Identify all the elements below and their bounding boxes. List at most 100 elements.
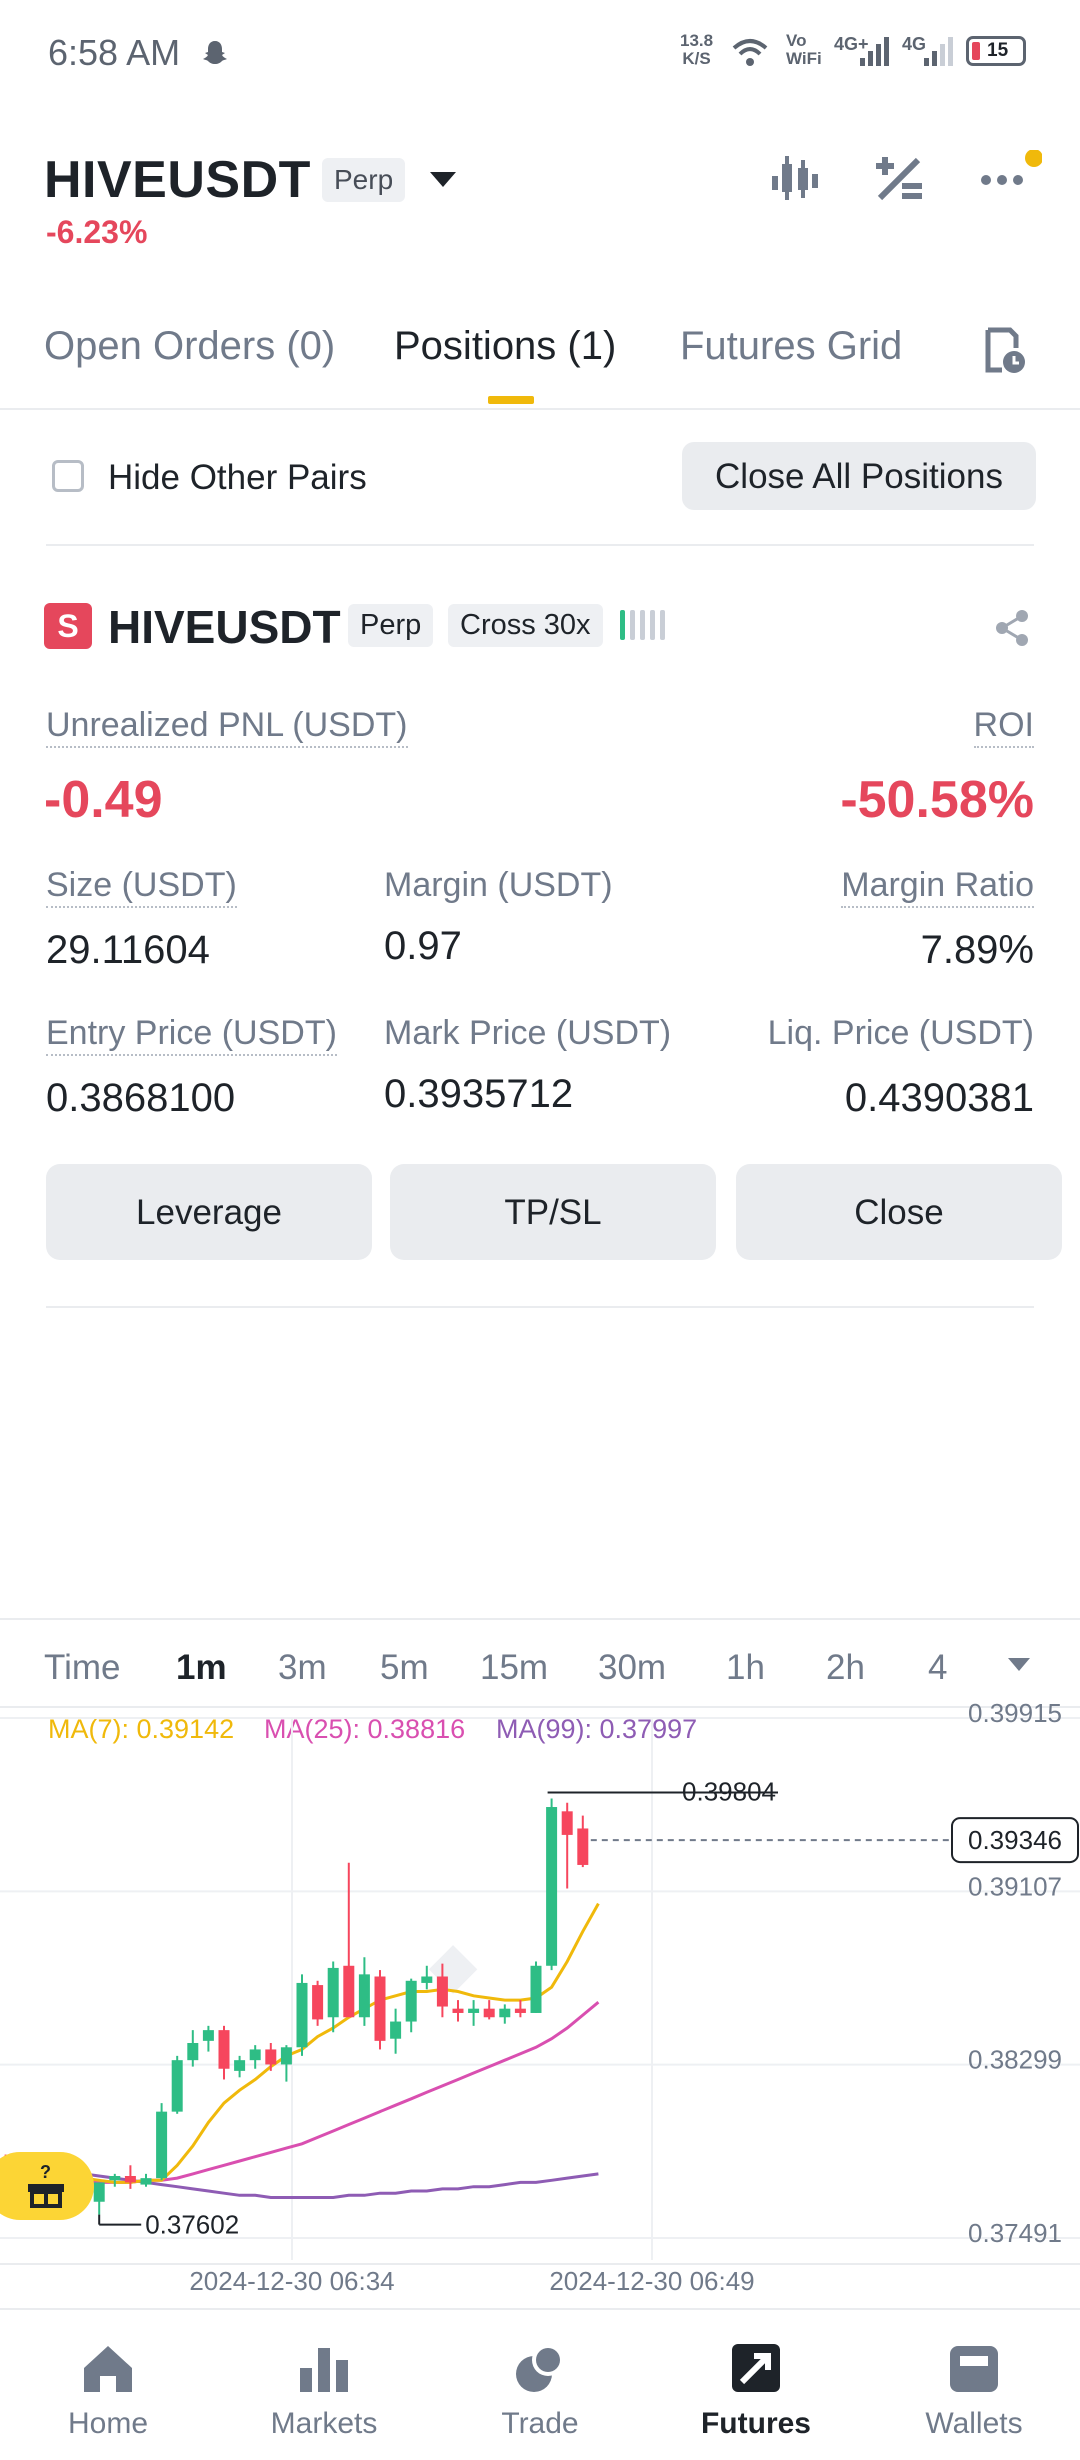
tab-futures-grid[interactable]: Futures Grid bbox=[680, 324, 902, 369]
status-time: 6:58 AM bbox=[48, 32, 181, 73]
candle bbox=[405, 1978, 417, 2033]
battery-icon: 15 bbox=[966, 36, 1026, 66]
unrealized-pnl-label: Unrealized PNL (USDT) bbox=[46, 706, 408, 748]
candle bbox=[93, 2182, 105, 2215]
close-all-positions-button[interactable]: Close All Positions bbox=[682, 442, 1036, 510]
margin-label: Margin (USDT) bbox=[384, 866, 613, 904]
tpsl-button[interactable]: TP/SL bbox=[390, 1164, 716, 1260]
position-symbol[interactable]: HIVEUSDT bbox=[108, 600, 341, 654]
nav-markets[interactable]: Markets bbox=[244, 2340, 404, 2441]
candle bbox=[109, 2173, 121, 2187]
candle bbox=[561, 1802, 573, 1889]
last-price-label: 0.39346 bbox=[968, 1825, 1062, 1855]
candle bbox=[343, 1862, 355, 2018]
wallet-icon bbox=[950, 2346, 998, 2392]
candle bbox=[234, 2055, 246, 2078]
margin-ratio-value: 7.89% bbox=[920, 928, 1034, 972]
timeframe-2h[interactable]: 2h bbox=[826, 1648, 865, 1688]
symbol-dropdown-icon[interactable] bbox=[430, 172, 456, 187]
size-label: Size (USDT) bbox=[46, 866, 237, 908]
candle bbox=[327, 1961, 339, 2033]
mark-price-value: 0.3935712 bbox=[384, 1072, 574, 1116]
svg-text:?: ? bbox=[40, 2162, 51, 2182]
entry-price-label: Entry Price (USDT) bbox=[46, 1014, 337, 1056]
entry-price-value: 0.3868100 bbox=[46, 1076, 236, 1120]
tabs-divider bbox=[0, 408, 1080, 410]
price-change: -6.23% bbox=[46, 214, 148, 250]
hide-other-pairs-label[interactable]: Hide Other Pairs bbox=[108, 458, 367, 498]
bottom-nav-divider bbox=[0, 2308, 1080, 2310]
unrealized-pnl-value: -0.49 bbox=[44, 771, 163, 829]
margin-mode-chip[interactable]: Cross 30x bbox=[448, 604, 603, 647]
candle bbox=[280, 2045, 292, 2082]
candle bbox=[499, 2004, 511, 2024]
leverage-button[interactable]: Leverage bbox=[46, 1164, 372, 1260]
assistant-bubble[interactable]: ? bbox=[0, 2152, 94, 2220]
timeframe-4h[interactable]: 4 bbox=[928, 1648, 947, 1688]
y-tick-label: 0.38299 bbox=[968, 2045, 1062, 2075]
more-options-icon[interactable] bbox=[978, 150, 1042, 206]
timeframe-15m[interactable]: 15m bbox=[480, 1648, 548, 1688]
x-tick-label: 2024-12-30 06:49 bbox=[549, 2266, 754, 2296]
section-divider bbox=[46, 544, 1034, 546]
x-tick-label: 2024-12-30 06:34 bbox=[189, 2266, 394, 2296]
trade-icon bbox=[516, 2344, 564, 2392]
nav-wallets[interactable]: Wallets bbox=[894, 2340, 1054, 2441]
nav-trade[interactable]: Trade bbox=[460, 2340, 620, 2441]
share-icon[interactable] bbox=[992, 608, 1032, 648]
candle bbox=[530, 1961, 542, 2013]
signal-icon-2 bbox=[924, 37, 953, 66]
tab-open-orders[interactable]: Open Orders (0) bbox=[44, 324, 335, 369]
timeframe-more-icon[interactable] bbox=[1008, 1658, 1030, 1671]
nav-futures[interactable]: Futures bbox=[676, 2340, 836, 2441]
close-position-button[interactable]: Close bbox=[736, 1164, 1062, 1260]
candle bbox=[374, 1970, 386, 2050]
symbol-title[interactable]: HIVEUSDT bbox=[44, 150, 311, 210]
roi-label: ROI bbox=[973, 706, 1034, 748]
active-tab-indicator bbox=[488, 396, 534, 404]
timeframe-time[interactable]: Time bbox=[44, 1648, 120, 1688]
contract-type-badge: Perp bbox=[322, 158, 406, 202]
vowifi-indicator: Vo WiFi bbox=[786, 31, 822, 68]
timeframe-30m[interactable]: 30m bbox=[598, 1648, 666, 1688]
timeframe-1m[interactable]: 1m bbox=[176, 1648, 227, 1688]
timeframe-1h[interactable]: 1h bbox=[726, 1648, 765, 1688]
candle bbox=[171, 2055, 183, 2114]
network-speed: 13.8 K/S bbox=[680, 31, 714, 68]
candle bbox=[358, 1957, 370, 2026]
futures-icon bbox=[732, 2344, 780, 2392]
liq-price-value: 0.4390381 bbox=[844, 1076, 1034, 1120]
candle bbox=[577, 1815, 589, 1868]
candle bbox=[265, 2043, 277, 2071]
hide-other-pairs-checkbox[interactable] bbox=[52, 460, 84, 492]
y-tick-label: 0.39107 bbox=[968, 1871, 1062, 1901]
history-icon[interactable] bbox=[982, 326, 1028, 376]
candle bbox=[156, 2103, 168, 2181]
section-divider bbox=[46, 1306, 1034, 1308]
side-badge: S bbox=[44, 603, 92, 649]
timeframe-5m[interactable]: 5m bbox=[380, 1648, 429, 1688]
adl-indicator-icon bbox=[620, 610, 670, 645]
low-price-label: 0.37602 bbox=[145, 2210, 239, 2240]
candle bbox=[312, 1980, 324, 2026]
tab-positions[interactable]: Positions (1) bbox=[394, 324, 616, 369]
gift-icon: ? bbox=[28, 2162, 64, 2208]
home-icon bbox=[84, 2346, 132, 2392]
timeframe-3m[interactable]: 3m bbox=[278, 1648, 327, 1688]
candle bbox=[140, 2173, 152, 2187]
position-type-chip: Perp bbox=[348, 604, 434, 647]
signal-icon-1 bbox=[860, 37, 889, 66]
candle bbox=[468, 2000, 480, 2026]
markets-icon bbox=[300, 2348, 348, 2392]
candlestick-chart-icon[interactable] bbox=[768, 150, 824, 206]
wifi-icon bbox=[732, 39, 768, 66]
candle bbox=[124, 2165, 136, 2189]
candle bbox=[452, 2000, 464, 2022]
calculator-icon[interactable] bbox=[872, 150, 928, 206]
size-value: 29.11604 bbox=[46, 928, 210, 972]
high-price-label: 0.39804 bbox=[682, 1776, 776, 1806]
candlestick-chart[interactable]: 0.39915 0.39107 0.38299 0.37491 2024-12-30 0… bbox=[0, 1700, 1080, 2300]
chart-top-divider bbox=[0, 1618, 1080, 1620]
nav-home[interactable]: Home bbox=[28, 2340, 188, 2441]
candle bbox=[514, 2000, 526, 2018]
